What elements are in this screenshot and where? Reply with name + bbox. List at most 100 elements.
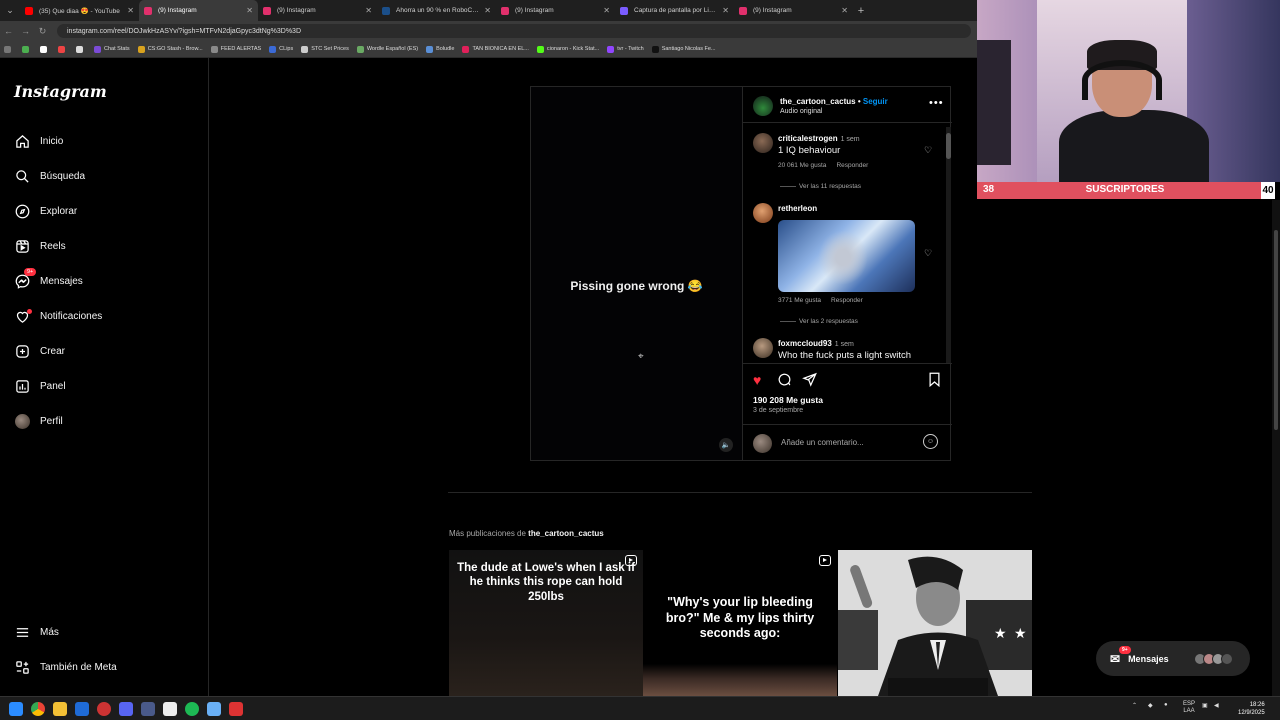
bookmark-item[interactable]: Chat Stats xyxy=(94,45,130,53)
discord-icon[interactable] xyxy=(119,702,133,716)
comment-like-icon[interactable]: ♡ xyxy=(924,145,932,156)
app-icon[interactable] xyxy=(207,702,221,716)
author-avatar[interactable] xyxy=(753,96,773,116)
view-replies-button[interactable]: Ver las 11 respuestas xyxy=(780,183,861,190)
volume-icon[interactable]: ◀ xyxy=(1214,702,1219,709)
bookmark-item[interactable]: Boludle xyxy=(426,45,454,53)
reel-video[interactable]: Pissing gone wrong 😂 ⌖ 🔈 xyxy=(531,87,742,460)
view-replies-button[interactable]: Ver las 2 respuestas xyxy=(780,318,858,325)
bookmark-item[interactable]: CS:GO Stash - Brow... xyxy=(137,45,203,53)
comment-username[interactable]: criticalestrogen xyxy=(778,134,838,143)
app-icon[interactable] xyxy=(75,702,89,716)
nav-perfil[interactable]: Perfil xyxy=(14,410,63,432)
forward-icon[interactable]: → xyxy=(17,26,34,36)
save-icon[interactable] xyxy=(928,372,941,390)
tray-chevron-icon[interactable]: ⌃ xyxy=(1132,702,1137,709)
more-options-icon[interactable]: ••• xyxy=(929,97,944,109)
like-count[interactable]: 190 208 Me gusta xyxy=(753,395,823,405)
nav-explorar[interactable]: Explorar xyxy=(14,200,77,222)
close-icon[interactable]: ✕ xyxy=(484,6,491,15)
bookmark-icon[interactable] xyxy=(58,45,68,53)
like-filled-icon[interactable]: ♥ xyxy=(753,372,761,388)
bookmark-item[interactable]: cionaron - Kick Stat... xyxy=(536,45,599,53)
tray-app-icon[interactable]: ◆ xyxy=(1148,702,1153,709)
comment-gif-image[interactable] xyxy=(778,220,915,292)
nav-notificaciones[interactable]: Notificaciones xyxy=(14,305,102,327)
close-icon[interactable]: ✕ xyxy=(246,6,253,15)
bookmark-icon[interactable] xyxy=(40,45,50,53)
comment-avatar[interactable] xyxy=(753,203,773,223)
close-icon[interactable]: ✕ xyxy=(127,6,134,15)
instagram-logo[interactable]: Instagram xyxy=(14,82,107,101)
nav-mas[interactable]: Más xyxy=(14,621,59,643)
comment-input[interactable]: Añade un comentario... xyxy=(781,438,864,447)
author-username[interactable]: the_cartoon_cactus xyxy=(780,97,856,106)
chrome-icon[interactable] xyxy=(31,702,45,716)
browser-tab[interactable]: (9) Instagram ✕ xyxy=(734,0,853,21)
close-icon[interactable]: ✕ xyxy=(841,6,848,15)
language-indicator[interactable]: ESP LAA xyxy=(1183,701,1195,715)
browser-tab[interactable]: (9) Instagram ✕ xyxy=(258,0,377,21)
comment-avatar[interactable] xyxy=(753,133,773,153)
comment-avatar[interactable] xyxy=(753,338,773,358)
browser-tab[interactable]: (9) Instagram ✕ xyxy=(496,0,615,21)
scroll-thumb[interactable] xyxy=(1274,230,1278,430)
messages-floating-button[interactable]: ✉ 9+ Mensajes xyxy=(1096,641,1250,676)
url-input[interactable]: instagram.com/reel/DOJwkHzASYv/?igsh=MTF… xyxy=(57,24,971,38)
close-icon[interactable]: ✕ xyxy=(722,6,729,15)
more-post-thumb[interactable]: The dude at Lowe's when I ask if he thin… xyxy=(449,550,643,696)
page-scrollbar[interactable] xyxy=(1272,200,1280,696)
bookmark-item[interactable]: CLips xyxy=(269,45,293,53)
close-icon[interactable]: ✕ xyxy=(365,6,372,15)
nav-crear[interactable]: Crear xyxy=(14,340,65,362)
comment-username[interactable]: retherleon xyxy=(778,204,817,213)
nav-reels[interactable]: Reels xyxy=(14,235,66,257)
nav-busqueda[interactable]: Búsqueda xyxy=(14,165,85,187)
apps-icon[interactable] xyxy=(4,45,14,53)
nav-mensajes[interactable]: 9+ Mensajes xyxy=(14,268,83,292)
comment-username[interactable]: foxmccloud93 xyxy=(778,339,832,348)
more-posts-username[interactable]: the_cartoon_cactus xyxy=(528,529,604,538)
scroll-thumb[interactable] xyxy=(946,133,951,159)
share-icon[interactable] xyxy=(802,372,817,390)
windows-start-icon[interactable] xyxy=(9,702,23,716)
bookmark-item[interactable]: TAN BIONICA EN EL... xyxy=(462,45,529,53)
bookmark-item[interactable]: STC Set Prices xyxy=(301,45,349,53)
browser-tab[interactable]: (35) Que diaa 😍 - YouTube ✕ xyxy=(20,0,139,21)
follow-button[interactable]: Seguir xyxy=(863,97,888,106)
browser-tab[interactable]: Ahorra un 90 % en RoboCop: R ✕ xyxy=(377,0,496,21)
more-post-thumb[interactable]: ★ ★ xyxy=(838,550,1032,696)
app-icon[interactable] xyxy=(97,702,111,716)
bookmark-item[interactable]: tvr - Twitch xyxy=(607,45,644,53)
spotify-icon[interactable] xyxy=(185,702,199,716)
volume-icon[interactable]: 🔈 xyxy=(719,438,733,452)
nav-inicio[interactable]: Inicio xyxy=(14,130,63,152)
app-icon[interactable] xyxy=(229,702,243,716)
audio-label[interactable]: Audio original xyxy=(780,108,822,115)
bookmark-icon[interactable] xyxy=(76,45,86,53)
bookmark-item[interactable]: FEED ALERTAS xyxy=(210,45,261,53)
file-explorer-icon[interactable] xyxy=(53,702,67,716)
network-icon[interactable]: ▣ xyxy=(1202,702,1208,709)
comments-scrollbar[interactable] xyxy=(946,127,951,363)
close-icon[interactable]: ✕ xyxy=(603,6,610,15)
tray-mic-icon[interactable]: ● xyxy=(1164,702,1168,708)
reply-button[interactable]: Responder xyxy=(831,297,863,304)
bookmark-item[interactable]: Wordle Español (ES) xyxy=(356,45,418,53)
emoji-icon[interactable]: ☺ xyxy=(923,434,938,449)
nav-panel[interactable]: Panel xyxy=(14,375,66,397)
comment-like-icon[interactable]: ♡ xyxy=(924,248,932,259)
bookmark-icon[interactable] xyxy=(22,45,32,53)
app-icon[interactable] xyxy=(163,702,177,716)
comment-icon[interactable] xyxy=(777,372,792,390)
browser-tab[interactable]: Captura de pantalla por Lightsh ✕ xyxy=(615,0,734,21)
clock[interactable]: 18:26 12/9/2025 xyxy=(1238,701,1265,717)
reload-icon[interactable]: ↻ xyxy=(34,26,51,37)
app-icon[interactable] xyxy=(141,702,155,716)
new-tab-button[interactable]: + xyxy=(853,5,869,17)
tab-search-icon[interactable]: ⌄ xyxy=(0,0,20,21)
browser-tab[interactable]: (9) Instagram ✕ xyxy=(139,0,258,21)
nav-tambien-de-meta[interactable]: También de Meta xyxy=(14,656,117,678)
bookmark-item[interactable]: Santiago Nicolas Fe... xyxy=(651,45,716,53)
reply-button[interactable]: Responder xyxy=(836,162,868,169)
